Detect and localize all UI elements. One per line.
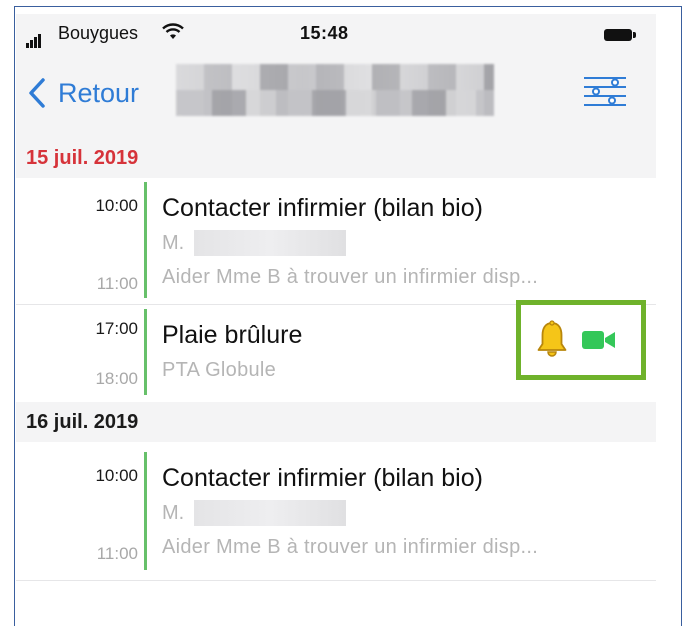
event-subtitle: PTA Globule (162, 359, 277, 381)
event-end-time: 11:00 (96, 274, 138, 293)
event-subtitle: M. (162, 502, 185, 524)
back-label: Retour (58, 78, 140, 108)
timeline-bar (144, 452, 147, 570)
status-time: 15:48 (300, 23, 349, 43)
timeline-bar (144, 182, 147, 298)
video-camera-icon[interactable] (582, 330, 616, 350)
event-title: Contacter infirmier (bilan bio) (162, 464, 483, 492)
event-description: Aider Mme B à trouver un infirmier disp.… (162, 536, 539, 558)
chevron-left-icon (29, 78, 45, 108)
event-title: Plaie brûlure (162, 321, 303, 349)
date-header: 15 juil. 2019 (16, 138, 656, 178)
event-subtitle: M. (162, 232, 185, 254)
event-title: Contacter infirmier (bilan bio) (162, 194, 483, 222)
status-bar: Bouygues 15:48 (16, 14, 656, 50)
bell-icon[interactable] (536, 320, 568, 360)
wifi-icon (162, 23, 184, 39)
event-row[interactable]: 10:00 11:00 Contacter infirmier (bilan b… (16, 178, 656, 304)
row-divider (16, 580, 656, 581)
redacted-name (194, 230, 346, 256)
redacted-name (194, 500, 346, 526)
navigation-bar: Retour (16, 50, 656, 138)
event-end-time: 18:00 (95, 369, 138, 388)
carrier-name: Bouygues (58, 23, 139, 43)
date-label: 15 juil. 2019 (26, 147, 139, 169)
event-end-time: 11:00 (96, 544, 138, 563)
event-row[interactable]: 10:00 11:00 Contacter infirmier (bilan b… (16, 446, 656, 576)
sliders-icon[interactable] (582, 72, 628, 110)
event-description: Aider Mme B à trouver un infirmier disp.… (162, 266, 539, 288)
signal-icon (26, 27, 42, 48)
event-start-time: 10:00 (95, 196, 138, 215)
date-label: 16 juil. 2019 (26, 411, 139, 433)
battery-icon (604, 29, 636, 41)
event-start-time: 17:00 (95, 319, 138, 338)
timeline-bar (144, 309, 147, 395)
blurred-patient-name (176, 64, 494, 116)
date-header: 16 juil. 2019 (16, 402, 656, 442)
event-start-time: 10:00 (95, 466, 138, 485)
